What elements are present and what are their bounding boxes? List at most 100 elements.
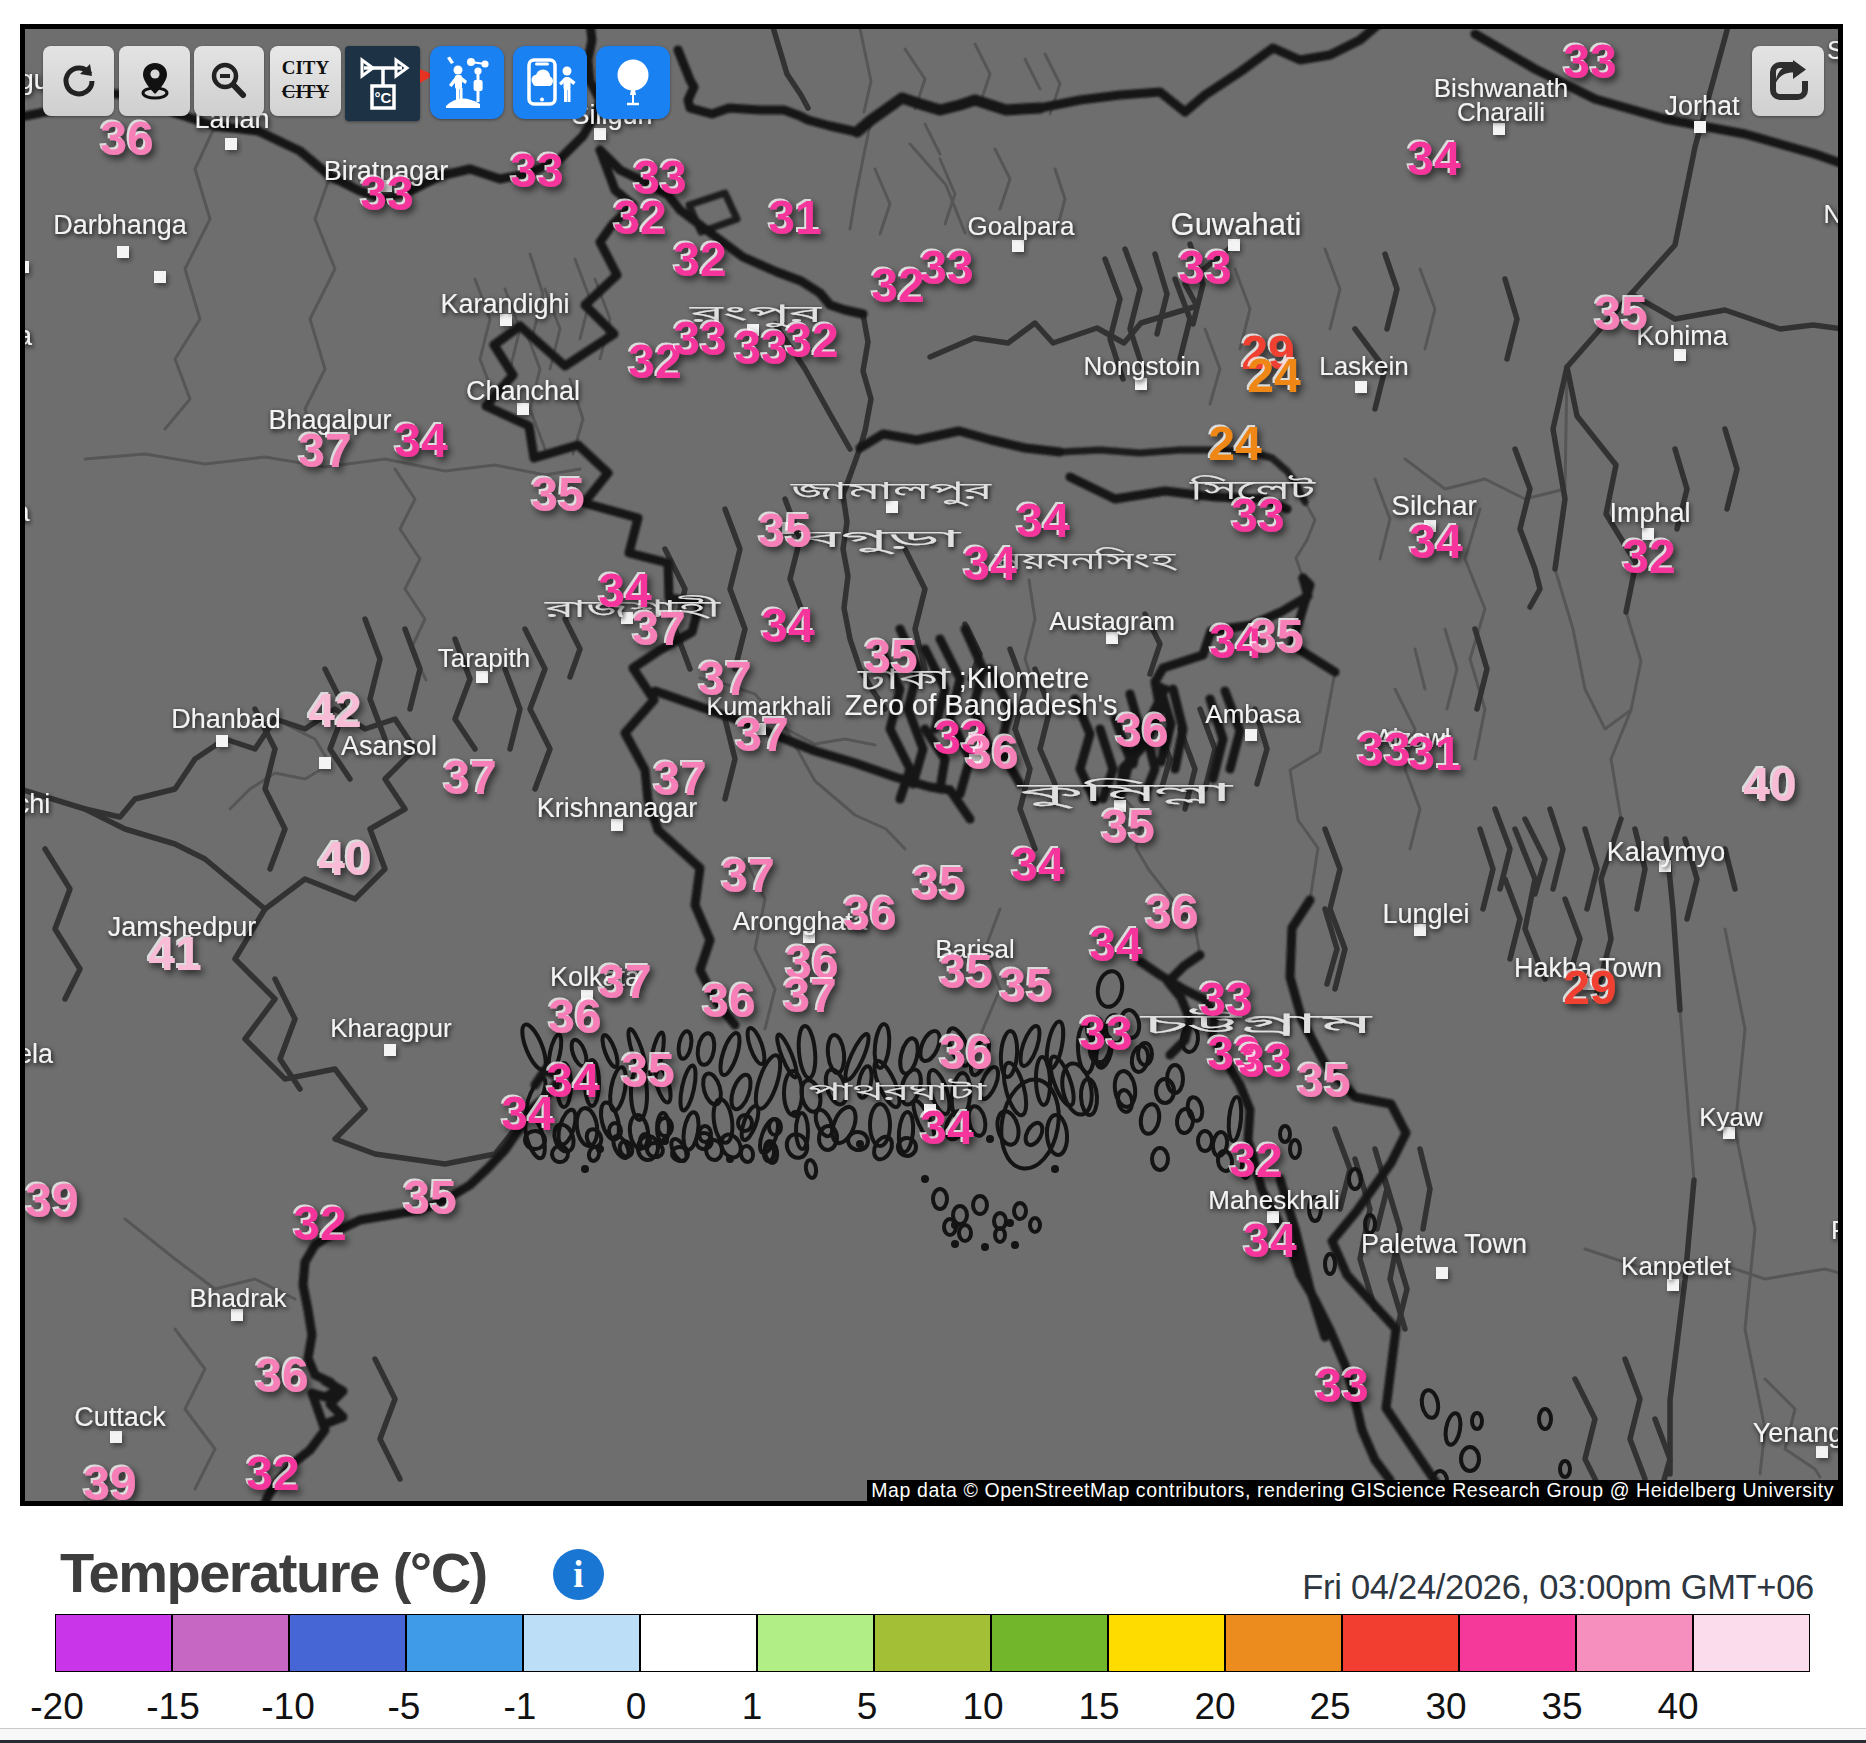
svg-text:Karandighi: Karandighi	[440, 289, 569, 319]
svg-text:32: 32	[871, 259, 924, 312]
svg-text:Maheskhali: Maheskhali	[1208, 1185, 1340, 1215]
svg-text:37: 37	[735, 708, 788, 761]
svg-text:35: 35	[939, 945, 992, 998]
svg-text:Tarapith: Tarapith	[438, 643, 531, 673]
svg-text:31: 31	[1408, 727, 1461, 780]
svg-text:36: 36	[1145, 886, 1198, 939]
svg-text:37: 37	[783, 969, 836, 1022]
svg-text:33: 33	[1231, 489, 1284, 542]
svg-text:Charaili: Charaili	[1457, 97, 1545, 127]
svg-text:37: 37	[653, 752, 706, 805]
svg-text:24: 24	[1247, 349, 1301, 402]
svg-text:36: 36	[702, 974, 755, 1027]
svg-text:36: 36	[255, 1349, 308, 1402]
svg-text:ela: ela	[25, 1039, 54, 1069]
svg-text:29: 29	[1563, 961, 1616, 1014]
svg-text:Su: Su	[1827, 35, 1838, 65]
svg-text:37: 37	[598, 955, 651, 1008]
svg-text:35: 35	[1297, 1054, 1350, 1107]
svg-text:35: 35	[1101, 800, 1154, 853]
svg-text:37: 37	[443, 751, 496, 804]
svg-text:35: 35	[403, 1171, 456, 1224]
svg-text:Lunglei: Lunglei	[1382, 899, 1469, 929]
svg-text:36: 36	[548, 990, 601, 1043]
svg-text:Paletwa Town: Paletwa Town	[1361, 1229, 1527, 1259]
svg-text:36: 36	[843, 887, 896, 940]
svg-text:33: 33	[673, 312, 726, 365]
svg-text:24: 24	[1208, 417, 1262, 470]
svg-text:Bhadrak: Bhadrak	[190, 1283, 288, 1313]
svg-text:Laskein: Laskein	[1319, 351, 1409, 381]
svg-text:বগুড়া: বগুড়া	[796, 523, 964, 555]
svg-text:42: 42	[308, 684, 361, 737]
svg-text:Kharagpur: Kharagpur	[330, 1013, 452, 1043]
svg-text:35: 35	[999, 959, 1052, 1012]
svg-text:32: 32	[1622, 530, 1675, 583]
svg-text:35: 35	[1594, 287, 1647, 340]
svg-text:Kyaw: Kyaw	[1699, 1102, 1763, 1132]
svg-text:33: 33	[920, 241, 973, 294]
svg-text:35: 35	[531, 468, 584, 521]
svg-text:34: 34	[1243, 1214, 1297, 1267]
svg-text:34: 34	[394, 414, 448, 467]
svg-text:40: 40	[1743, 758, 1796, 811]
svg-text:Yenang: Yenang	[1753, 1418, 1838, 1448]
svg-text:Pa: Pa	[1831, 1215, 1838, 1245]
svg-text:37: 37	[632, 602, 685, 655]
svg-text:Goalpara: Goalpara	[968, 211, 1075, 241]
svg-text:33: 33	[510, 144, 563, 197]
svg-text:Ambasa: Ambasa	[1205, 699, 1301, 729]
svg-text:34: 34	[1409, 515, 1463, 568]
svg-text:34: 34	[761, 599, 815, 652]
svg-text:36: 36	[939, 1026, 992, 1079]
svg-text:33: 33	[1178, 241, 1231, 294]
svg-text:37: 37	[721, 849, 774, 902]
svg-text:Chanchal: Chanchal	[466, 376, 580, 406]
svg-text:33: 33	[1079, 1007, 1132, 1060]
svg-text:35: 35	[758, 504, 811, 557]
svg-text:40: 40	[318, 832, 371, 885]
svg-text:34: 34	[963, 537, 1017, 590]
svg-text:Kohima: Kohima	[1636, 321, 1729, 351]
svg-text:36: 36	[965, 726, 1018, 779]
svg-text:39: 39	[25, 1174, 78, 1227]
svg-text:37: 37	[298, 424, 351, 477]
svg-text:36: 36	[1115, 704, 1168, 757]
svg-text:32: 32	[293, 1197, 346, 1250]
svg-text:34: 34	[1407, 132, 1461, 185]
svg-text:36: 36	[100, 112, 153, 165]
svg-text:37: 37	[698, 652, 751, 705]
svg-text:na: na	[25, 321, 33, 351]
svg-text:Jorhat: Jorhat	[1664, 91, 1740, 121]
svg-text:34: 34	[920, 1101, 974, 1154]
svg-text:35: 35	[864, 630, 917, 683]
svg-text:33: 33	[360, 167, 413, 220]
svg-text:33: 33	[1315, 1359, 1368, 1412]
svg-text:31: 31	[768, 191, 821, 244]
svg-text:34: 34	[501, 1087, 555, 1140]
svg-text:39: 39	[83, 1457, 136, 1501]
svg-text:32: 32	[785, 314, 838, 367]
svg-text:41: 41	[148, 927, 201, 980]
svg-text:Austagram: Austagram	[1049, 606, 1175, 636]
svg-text:No: No	[1823, 199, 1838, 229]
svg-text:33: 33	[1238, 1034, 1291, 1087]
svg-text:33: 33	[1199, 973, 1252, 1026]
svg-text:Nongstoin: Nongstoin	[1083, 351, 1200, 381]
svg-text:Kalaymyo: Kalaymyo	[1607, 837, 1726, 867]
svg-text:জামালপুর: জামালপুর	[788, 475, 992, 507]
svg-text:Kanpetlet: Kanpetlet	[1621, 1251, 1732, 1281]
svg-text:33: 33	[1357, 723, 1410, 776]
svg-text:34: 34	[1011, 838, 1065, 891]
svg-text:34: 34	[1089, 918, 1143, 971]
svg-text:Imphal: Imphal	[1609, 498, 1690, 528]
svg-text:35: 35	[621, 1044, 674, 1097]
svg-text:32: 32	[1229, 1134, 1282, 1187]
svg-text:33: 33	[734, 321, 787, 374]
svg-text:Darbhanga: Darbhanga	[53, 210, 188, 240]
svg-text:°C: °C	[374, 89, 391, 106]
svg-text:35: 35	[1250, 610, 1303, 663]
svg-text:35: 35	[912, 857, 965, 910]
svg-text:Guwahati: Guwahati	[1171, 207, 1302, 242]
svg-text:ময়মনসিংহ: ময়মনসিংহ	[993, 545, 1178, 575]
